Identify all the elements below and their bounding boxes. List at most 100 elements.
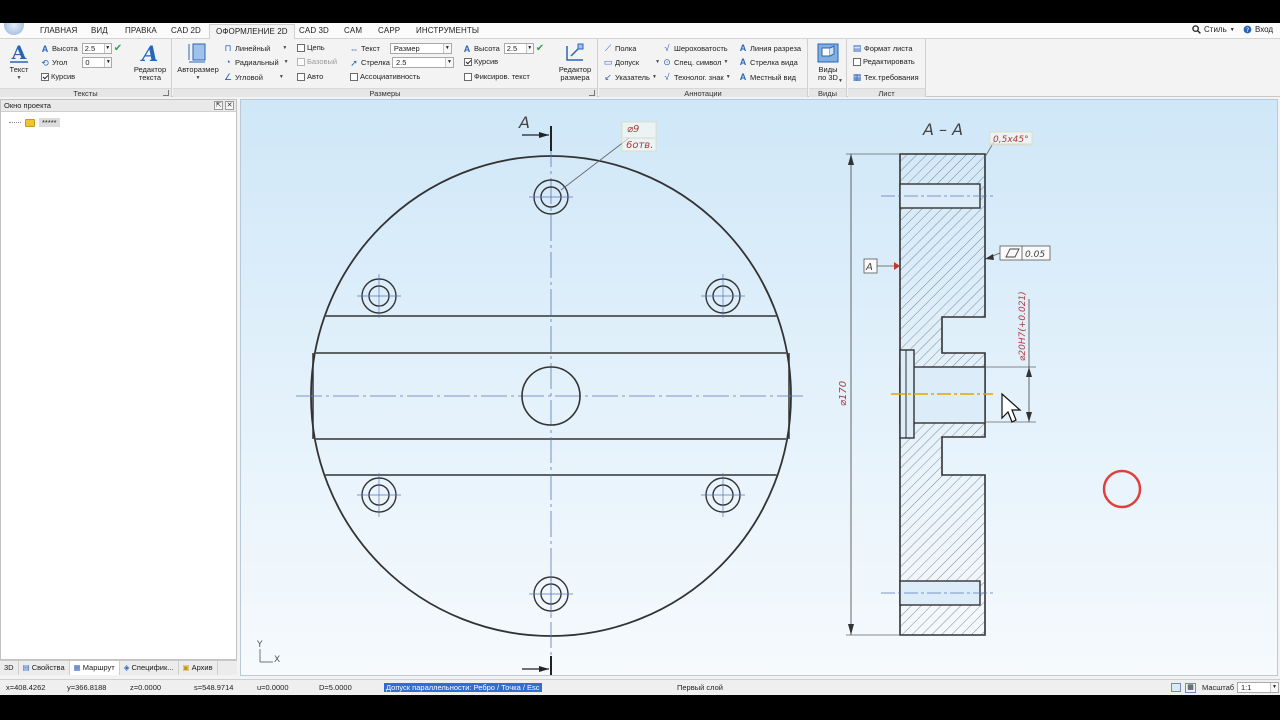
radial-dim-button[interactable]: ◔ Радиальный ▼: [223, 57, 288, 67]
chevron-down-icon: ▼: [195, 75, 201, 81]
tab-specification[interactable]: ◈ Специфик...: [120, 661, 179, 675]
text-height-input[interactable]: 2.5 ▼: [81, 43, 112, 54]
cut-line-button[interactable]: A Линия разреза: [738, 43, 801, 53]
project-tree-item[interactable]: *****: [9, 118, 60, 127]
autosize-button[interactable]: Авторазмер ▼: [175, 42, 221, 82]
tech-req-icon: ▦: [852, 72, 862, 82]
angular-dim-label: Угловой: [235, 72, 263, 82]
style-menu[interactable]: Стиль ▼: [1192, 25, 1235, 34]
text-height-icon: A: [41, 43, 49, 54]
tab-home[interactable]: ГЛАВНАЯ: [40, 26, 77, 35]
linear-dim-icon: ⊓: [224, 43, 232, 53]
login-label: Вход: [1255, 25, 1274, 34]
grid-toggle-icon[interactable]: ▦: [1185, 683, 1196, 693]
text-height-label: Высота: [52, 44, 78, 53]
italic-checkbox[interactable]: [41, 72, 49, 81]
tab-capp[interactable]: CAPP: [378, 26, 400, 35]
sheet-edit-label: Редактировать: [863, 57, 915, 66]
pin-icon[interactable]: ⇱: [214, 101, 223, 110]
tab-route[interactable]: ▦ Маршрут: [69, 661, 120, 675]
app-logo-icon[interactable]: [4, 23, 24, 35]
tab-cad3d[interactable]: CAD 3D: [299, 26, 329, 35]
axis-x-label: X: [274, 655, 280, 665]
view-arrow-button[interactable]: A Стрелка вида: [738, 57, 798, 67]
arrowhead-icon: [539, 132, 549, 138]
tab-cam[interactable]: CAM: [344, 26, 362, 35]
tab-archive[interactable]: ▣ Архив: [179, 661, 218, 675]
fixed-text-option[interactable]: Фиксиров. текст: [464, 72, 530, 81]
tab-properties[interactable]: ▤ Свойства: [19, 661, 70, 675]
sheet-edit-option[interactable]: Редактировать: [853, 57, 915, 66]
tab-3d[interactable]: 3D: [0, 661, 19, 675]
fixed-text-checkbox[interactable]: [464, 72, 472, 81]
chain-option[interactable]: Цепь: [297, 43, 325, 52]
tolerance-button[interactable]: ▭ Допуск ▼: [603, 57, 660, 67]
dim-height-label: Высота: [474, 44, 500, 53]
tab-drafting-2d[interactable]: ОФОРМЛЕНИЕ 2D: [209, 24, 295, 39]
local-view-button[interactable]: A Местный вид: [738, 72, 796, 82]
cut-line-label: Линия разреза: [750, 43, 802, 53]
status-y: y=366.8188: [67, 683, 107, 692]
views-by-3d-button[interactable]: Виды по 3D ▼: [811, 42, 845, 84]
apply-check-icon[interactable]: ✔: [536, 43, 544, 54]
section-label-a: A: [518, 113, 530, 132]
drawing-svg: A ⌀9 6отв. Y X A – A ⌀170 0,5x45° A 0.05…: [256, 113, 1142, 675]
assoc-option[interactable]: Ассоциативность: [350, 72, 420, 81]
text-italic-row[interactable]: Курсив: [41, 72, 75, 81]
parallelism-value: 0.05: [1025, 250, 1045, 260]
base-option[interactable]: Базовый: [297, 57, 337, 66]
apply-check-icon[interactable]: ✔: [114, 43, 122, 54]
login-link[interactable]: ? Вход: [1243, 25, 1273, 34]
views-3d-icon: [817, 43, 839, 63]
shelf-button[interactable]: ⟋ Полка: [603, 43, 637, 53]
dim-editor-button[interactable]: Редактор размера: [553, 42, 597, 82]
close-icon[interactable]: ✕: [225, 101, 234, 110]
tab-view[interactable]: ВИД: [91, 26, 108, 35]
radial-dim-icon: ◔: [225, 57, 231, 67]
special-symbol-button[interactable]: ⊙ Спец. символ ▼: [662, 57, 728, 67]
layer-toggle-icon[interactable]: [1171, 683, 1181, 692]
tab-cad2d[interactable]: CAD 2D: [171, 26, 201, 35]
sheet-format-button[interactable]: ▤ Формат листа: [852, 43, 913, 53]
assoc-checkbox[interactable]: [350, 72, 358, 81]
auto-checkbox[interactable]: [297, 72, 305, 81]
dim-text-select[interactable]: Размер ▼: [389, 43, 452, 54]
scale-select[interactable]: 1:1 ▼: [1237, 682, 1279, 693]
chevron-down-icon: ▼: [278, 74, 284, 80]
group-launcher-icon[interactable]: [163, 90, 169, 96]
search-icon: [1192, 25, 1201, 34]
tab-archive-label: Архив: [191, 663, 213, 672]
scale-label: Масштаб: [1202, 683, 1235, 692]
tech-mark-button[interactable]: √ Технолог. знак ▼: [662, 72, 731, 82]
datum-triangle-icon: [894, 262, 900, 270]
chevron-down-icon: ▼: [103, 44, 111, 53]
sheet-edit-checkbox[interactable]: [853, 57, 861, 66]
pointer-button[interactable]: ↙ Указатель ▼: [603, 72, 657, 82]
linear-dim-button[interactable]: ⊓ Линейный ▼: [223, 43, 287, 53]
tab-tools[interactable]: ИНСТРУМЕНТЫ: [416, 26, 479, 35]
tab-edit[interactable]: ПРАВКА: [125, 26, 157, 35]
text-editor-label: Редактор текста: [133, 65, 167, 82]
text-button[interactable]: A Текст ▼: [5, 42, 33, 82]
dim-height-input[interactable]: 2.5 ▼: [503, 43, 534, 54]
text-angle-input[interactable]: 0 ▼: [82, 57, 113, 68]
dim-italic-option[interactable]: Курсив: [464, 57, 498, 66]
status-s: s=548.9714: [194, 683, 234, 692]
group-launcher-icon[interactable]: [589, 90, 595, 96]
status-layer[interactable]: Первый слой: [677, 683, 723, 692]
roughness-button[interactable]: √ Шероховатость: [662, 43, 728, 53]
dim-italic-checkbox[interactable]: [464, 57, 472, 66]
tech-req-button[interactable]: ▦ Тех.требования: [852, 72, 919, 82]
project-panel-title: Окно проекта: [4, 101, 51, 110]
drawing-canvas[interactable]: A ⌀9 6отв. Y X A – A ⌀170 0,5x45° A 0.05…: [240, 99, 1278, 676]
text-editor-button[interactable]: A Редактор текста: [128, 42, 172, 82]
angular-dim-button[interactable]: ∠ Угловой ▼: [223, 72, 284, 82]
tab-3d-label: 3D: [4, 663, 14, 672]
arrow-select[interactable]: 2.5 ▼: [391, 57, 454, 68]
base-checkbox[interactable]: [297, 57, 305, 66]
arrow-row: ➚ Стрелка 2.5 ▼: [349, 57, 454, 68]
autosize-icon: [188, 43, 206, 63]
chevron-down-icon: ▼: [651, 74, 657, 80]
chain-checkbox[interactable]: [297, 43, 305, 52]
auto-option[interactable]: Авто: [297, 72, 323, 81]
